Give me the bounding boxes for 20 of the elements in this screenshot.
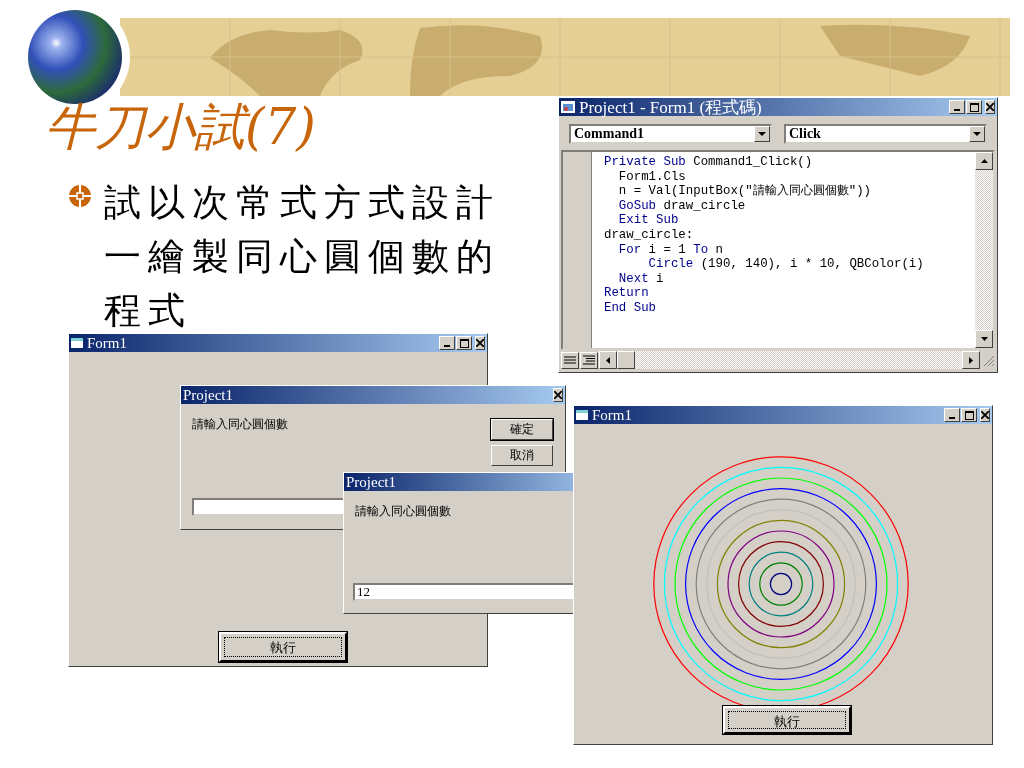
code-line: Exit Sub	[617, 213, 679, 228]
window-title: Project1	[346, 473, 397, 491]
code-line: n = Val(InputBox("請輸入同心圓個數"))	[617, 184, 872, 199]
window-title: Project1 - Form1 (程式碼)	[579, 96, 763, 119]
prompt-text: 請輸入同心圓個數	[192, 416, 288, 433]
code-line: Return	[604, 286, 649, 301]
slide-title: 牛刀小試(7)	[45, 97, 316, 158]
code-line: Next i	[617, 271, 664, 287]
code-line: End Sub	[604, 300, 657, 316]
window-title: Form1	[592, 406, 633, 424]
code-line: Private Sub Command1_Click()	[604, 155, 813, 170]
code-line: draw_circle:	[604, 227, 694, 243]
window-title: Project1	[183, 386, 234, 404]
prompt-text: 請輸入同心圓個數	[355, 503, 451, 520]
code-line: GoSub draw_circle	[617, 198, 746, 214]
window-title: Form1	[87, 334, 128, 352]
code-line: Circle (190, 140), i * 10, QBColor(i)	[647, 257, 924, 272]
code-line: Form1.Cls	[617, 169, 686, 185]
bullet-text: 試以次常式方式設計一繪製同心圓個數的程式	[104, 180, 501, 334]
code-line: For i = 1 To n	[617, 242, 723, 258]
